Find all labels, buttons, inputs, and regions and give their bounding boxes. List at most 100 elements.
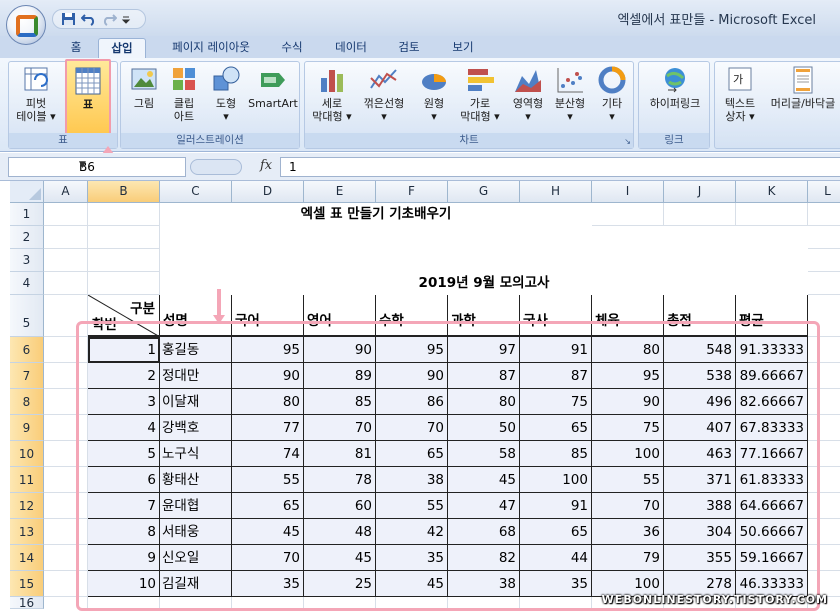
value-cell[interactable]: 407 [664, 415, 736, 441]
value-cell[interactable]: 36 [592, 519, 664, 545]
value-cell[interactable]: 44 [520, 545, 592, 571]
tab-formulas[interactable]: 수식 [274, 38, 310, 58]
value-cell[interactable]: 91 [520, 337, 592, 363]
column-header-e[interactable]: E [304, 181, 376, 203]
tab-view[interactable]: 보기 [444, 38, 482, 58]
row-header-3[interactable]: 3 [10, 249, 44, 272]
column-header-k[interactable]: K [736, 181, 808, 203]
value-cell[interactable]: 58 [448, 441, 520, 467]
name-cell[interactable]: 이달재 [160, 389, 232, 415]
value-cell[interactable]: 81 [304, 441, 376, 467]
tab-insert[interactable]: 삽입 [98, 38, 146, 58]
column-header-c[interactable]: C [160, 181, 232, 203]
value-cell[interactable]: 355 [664, 545, 736, 571]
value-cell[interactable]: 80 [232, 389, 304, 415]
value-cell[interactable]: 45 [232, 519, 304, 545]
value-cell[interactable]: 65 [520, 519, 592, 545]
value-cell[interactable]: 80 [448, 389, 520, 415]
value-cell[interactable]: 45 [448, 467, 520, 493]
value-cell[interactable]: 55 [232, 467, 304, 493]
value-cell[interactable]: 9 [88, 545, 160, 571]
value-cell[interactable]: 91.33333 [736, 337, 808, 363]
value-cell[interactable]: 548 [664, 337, 736, 363]
value-cell[interactable]: 100 [520, 467, 592, 493]
table-button[interactable]: 표 [65, 59, 111, 141]
column-header-d[interactable]: D [232, 181, 304, 203]
value-cell[interactable]: 1 [88, 337, 160, 363]
value-cell[interactable]: 70 [592, 493, 664, 519]
value-cell[interactable]: 75 [520, 389, 592, 415]
value-cell[interactable]: 87 [520, 363, 592, 389]
tab-home[interactable]: 홈 [62, 38, 90, 58]
value-cell[interactable]: 82.66667 [736, 389, 808, 415]
value-cell[interactable]: 4 [88, 415, 160, 441]
value-cell[interactable]: 45 [304, 545, 376, 571]
value-cell[interactable]: 90 [304, 337, 376, 363]
value-cell[interactable]: 90 [376, 363, 448, 389]
column-chart-button[interactable]: 세로 막대형 ▾ [309, 64, 355, 123]
column-header-j[interactable]: J [664, 181, 736, 203]
value-cell[interactable]: 78 [304, 467, 376, 493]
value-cell[interactable]: 95 [592, 363, 664, 389]
value-cell[interactable]: 55 [592, 467, 664, 493]
name-box[interactable]: B6 ▼ [8, 157, 186, 177]
value-cell[interactable]: 59.16667 [736, 545, 808, 571]
value-cell[interactable]: 97 [448, 337, 520, 363]
row-header-4[interactable]: 4 [10, 272, 44, 295]
value-cell[interactable]: 79 [592, 545, 664, 571]
name-cell[interactable]: 황태산 [160, 467, 232, 493]
value-cell[interactable]: 89.66667 [736, 363, 808, 389]
text-box-button[interactable]: 가 텍스트 상자 ▾ [717, 64, 763, 123]
row-header-7[interactable]: 7 [10, 363, 44, 389]
name-cell[interactable]: 윤대협 [160, 493, 232, 519]
other-chart-button[interactable]: 기타 ▾ [589, 64, 635, 123]
name-cell[interactable]: 김길재 [160, 571, 232, 597]
row-header-10[interactable]: 10 [10, 441, 44, 467]
value-cell[interactable]: 61.83333 [736, 467, 808, 493]
value-cell[interactable]: 90 [232, 363, 304, 389]
value-cell[interactable]: 87 [448, 363, 520, 389]
value-cell[interactable]: 65 [232, 493, 304, 519]
row-header-16[interactable]: 16 [10, 597, 44, 609]
value-cell[interactable]: 82 [448, 545, 520, 571]
shapes-button[interactable]: 도형 ▾ [203, 64, 249, 123]
value-cell[interactable]: 25 [304, 571, 376, 597]
smartart-button[interactable]: SmartArt [247, 64, 299, 110]
tab-data[interactable]: 데이터 [326, 38, 376, 58]
value-cell[interactable]: 2 [88, 363, 160, 389]
value-cell[interactable]: 77.16667 [736, 441, 808, 467]
bar-chart-button[interactable]: 가로 막대형 ▾ [457, 64, 503, 123]
value-cell[interactable]: 75 [592, 415, 664, 441]
value-cell[interactable]: 85 [304, 389, 376, 415]
value-cell[interactable]: 67.83333 [736, 415, 808, 441]
row-header-6[interactable]: 6 [10, 337, 44, 363]
value-cell[interactable]: 70 [304, 415, 376, 441]
value-cell[interactable]: 38 [376, 467, 448, 493]
customize-toolbar-icon[interactable] [121, 12, 137, 26]
value-cell[interactable]: 55 [376, 493, 448, 519]
value-cell[interactable]: 304 [664, 519, 736, 545]
area-chart-button[interactable]: 영역형 ▾ [505, 64, 551, 123]
value-cell[interactable]: 388 [664, 493, 736, 519]
scatter-chart-button[interactable]: 분산형 ▾ [547, 64, 593, 123]
name-cell[interactable]: 강백호 [160, 415, 232, 441]
column-header-l[interactable]: L [808, 181, 840, 203]
value-cell[interactable]: 95 [376, 337, 448, 363]
value-cell[interactable]: 35 [376, 545, 448, 571]
value-cell[interactable]: 89 [304, 363, 376, 389]
formula-splitter[interactable] [190, 159, 242, 175]
name-cell[interactable]: 신오일 [160, 545, 232, 571]
value-cell[interactable]: 50 [448, 415, 520, 441]
value-cell[interactable]: 50.66667 [736, 519, 808, 545]
value-cell[interactable]: 70 [376, 415, 448, 441]
value-cell[interactable]: 91 [520, 493, 592, 519]
value-cell[interactable]: 371 [664, 467, 736, 493]
column-header-h[interactable]: H [520, 181, 592, 203]
column-header-i[interactable]: I [592, 181, 664, 203]
formula-input[interactable]: 1 [280, 157, 840, 177]
value-cell[interactable]: 3 [88, 389, 160, 415]
value-cell[interactable]: 8 [88, 519, 160, 545]
value-cell[interactable]: 90 [592, 389, 664, 415]
value-cell[interactable]: 60 [304, 493, 376, 519]
value-cell[interactable]: 85 [520, 441, 592, 467]
